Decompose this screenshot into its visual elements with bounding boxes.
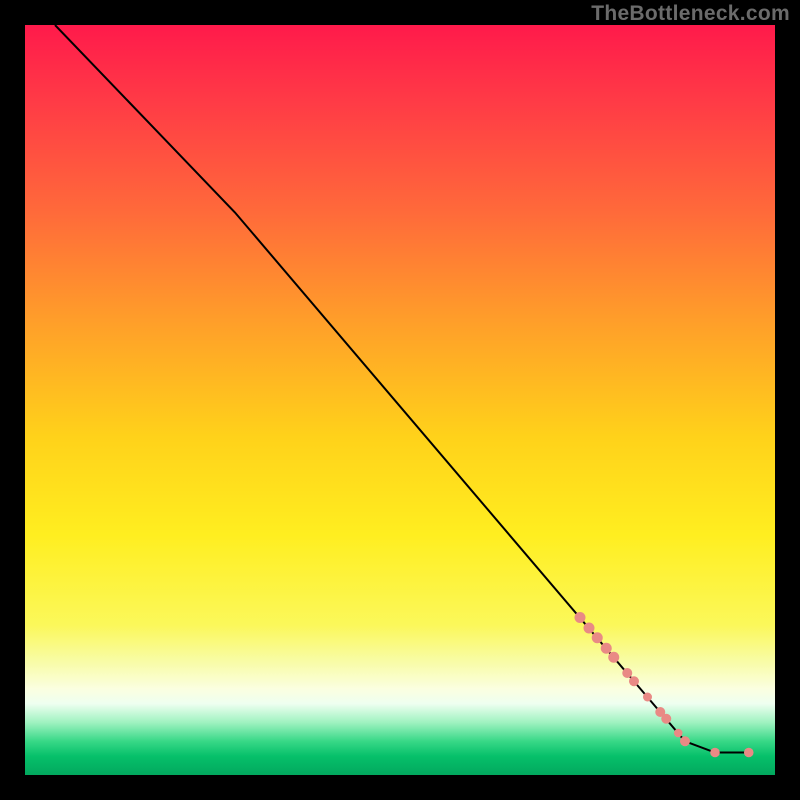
data-point xyxy=(629,676,639,686)
chart-canvas: TheBottleneck.com xyxy=(0,0,800,800)
data-point xyxy=(710,748,720,758)
data-markers xyxy=(575,612,754,757)
watermark-text: TheBottleneck.com xyxy=(591,2,790,26)
data-point xyxy=(601,643,612,654)
data-point xyxy=(744,748,754,758)
data-point xyxy=(592,632,603,643)
data-point xyxy=(608,652,619,663)
data-point xyxy=(622,668,632,678)
data-line xyxy=(55,25,749,753)
plot-area xyxy=(25,25,775,775)
data-point xyxy=(680,736,690,746)
data-point xyxy=(575,612,586,623)
data-point xyxy=(661,714,671,724)
data-point xyxy=(643,693,652,702)
chart-overlay xyxy=(25,25,775,775)
bottleneck-curve xyxy=(55,25,749,753)
data-point xyxy=(674,729,683,738)
data-point xyxy=(584,623,595,634)
